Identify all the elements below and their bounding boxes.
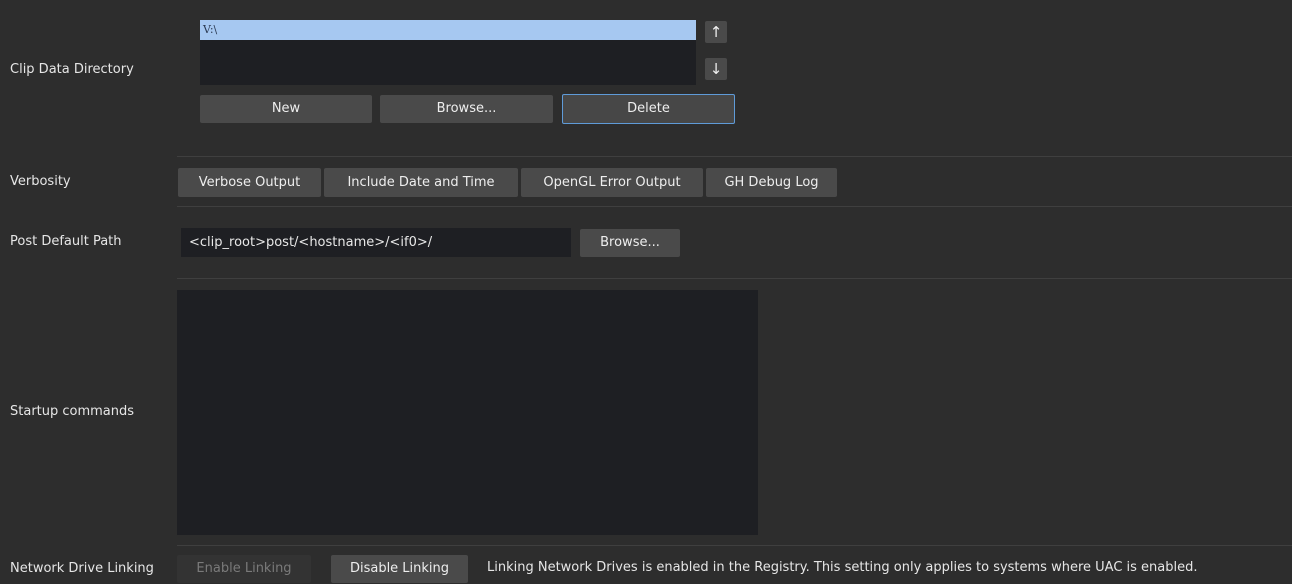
enable-linking-button[interactable]: Enable Linking bbox=[177, 555, 311, 583]
include-date-time-button[interactable]: Include Date and Time bbox=[324, 168, 518, 197]
gh-debug-log-button[interactable]: GH Debug Log bbox=[706, 168, 837, 197]
divider bbox=[177, 156, 1292, 157]
network-drive-linking-label: Network Drive Linking bbox=[10, 561, 154, 576]
delete-button[interactable]: Delete bbox=[562, 94, 735, 124]
network-linking-info-text: Linking Network Drives is enabled in the… bbox=[487, 560, 1198, 575]
disable-linking-button[interactable]: Disable Linking bbox=[331, 555, 468, 583]
opengl-error-output-button[interactable]: OpenGL Error Output bbox=[521, 168, 703, 197]
verbose-output-button[interactable]: Verbose Output bbox=[178, 168, 321, 197]
post-default-path-field[interactable]: <clip_root>post/<hostname>/<if0>/ bbox=[181, 228, 571, 257]
arrow-down-icon: ↓ bbox=[709, 60, 723, 78]
divider bbox=[177, 206, 1292, 207]
move-up-button[interactable]: ↑ bbox=[705, 21, 727, 43]
new-button[interactable]: New bbox=[200, 95, 372, 123]
post-default-path-label: Post Default Path bbox=[10, 234, 122, 249]
move-down-button[interactable]: ↓ bbox=[705, 58, 727, 80]
clip-data-directory-label: Clip Data Directory bbox=[10, 62, 134, 77]
divider bbox=[177, 278, 1292, 279]
startup-commands-textarea[interactable] bbox=[177, 290, 758, 535]
arrow-up-icon: ↑ bbox=[709, 23, 723, 41]
settings-panel: Clip Data Directory V:\ ↑ ↓ New Browse..… bbox=[0, 0, 1292, 584]
browse-post-path-button[interactable]: Browse... bbox=[580, 229, 680, 257]
list-item[interactable]: V:\ bbox=[200, 20, 696, 40]
browse-clip-directory-button[interactable]: Browse... bbox=[380, 95, 553, 123]
divider bbox=[177, 545, 1292, 546]
verbosity-label: Verbosity bbox=[10, 174, 71, 189]
clip-data-directory-list[interactable]: V:\ bbox=[200, 20, 696, 85]
startup-commands-label: Startup commands bbox=[10, 404, 135, 419]
